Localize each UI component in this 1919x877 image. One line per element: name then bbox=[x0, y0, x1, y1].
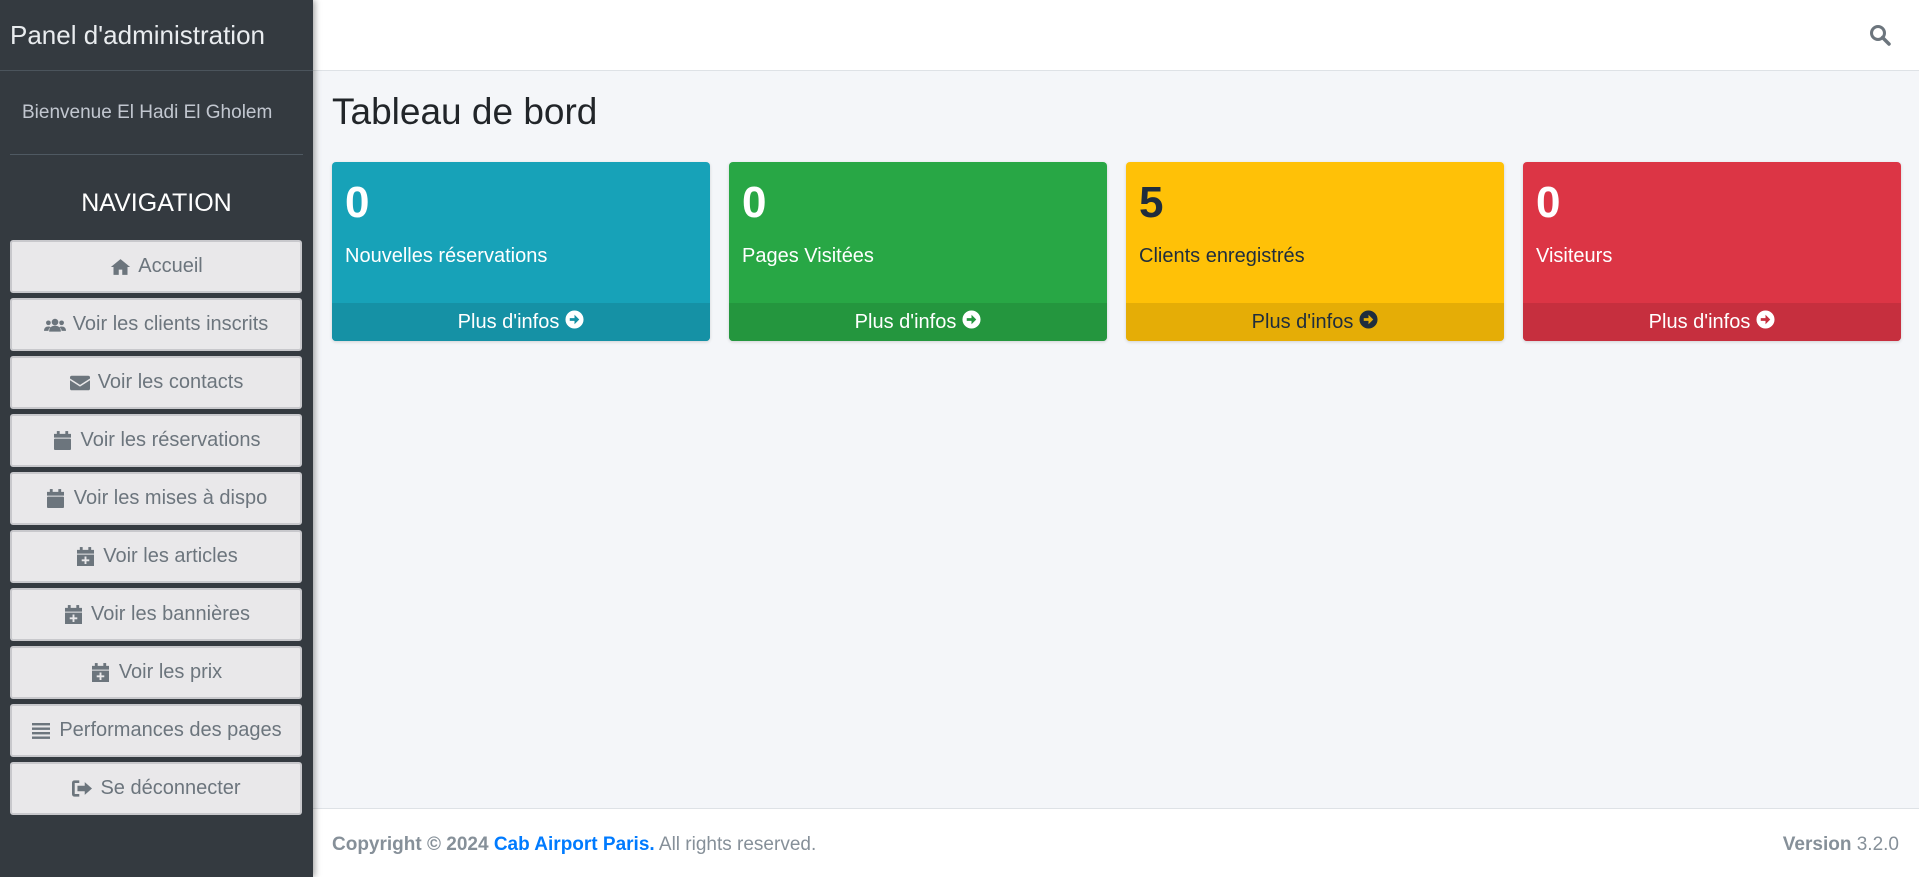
envelope-icon bbox=[69, 372, 91, 394]
nav-button-performances[interactable]: Performances des pages bbox=[10, 704, 302, 757]
nav-button-label: Voir les clients inscrits bbox=[72, 313, 269, 335]
nav-button-logout[interactable]: Se déconnecter bbox=[10, 762, 302, 815]
nav-button-articles[interactable]: Voir les articles bbox=[10, 530, 302, 583]
more-info-link[interactable]: Plus d'infos bbox=[332, 303, 710, 341]
nav-button-label: Voir les mises à dispo bbox=[73, 487, 268, 509]
version-label: Version bbox=[1782, 834, 1852, 855]
calendar-plus-icon bbox=[62, 604, 84, 626]
rights-text: All rights reserved. bbox=[658, 834, 817, 855]
more-info-link[interactable]: Plus d'infos bbox=[729, 303, 1107, 341]
stat-card-visitors: 0 Visiteurs Plus d'infos bbox=[1523, 162, 1901, 341]
more-info-label: Plus d'infos bbox=[854, 310, 957, 333]
nav-button-label: Voir les bannières bbox=[91, 603, 250, 625]
more-info-link[interactable]: Plus d'infos bbox=[1126, 303, 1504, 341]
page-footer: Copyright © 2024 Cab Airport Paris. All … bbox=[313, 808, 1919, 877]
bars-icon bbox=[30, 720, 52, 742]
stat-card-reservations: 0 Nouvelles réservations Plus d'infos bbox=[332, 162, 710, 341]
arrow-circle-right-icon bbox=[1756, 309, 1775, 335]
version-info: Version 3.2.0 bbox=[1783, 834, 1899, 856]
stat-label: Pages Visitées bbox=[742, 245, 874, 267]
stat-value: 0 bbox=[345, 178, 370, 227]
arrow-circle-right-icon bbox=[962, 309, 981, 335]
calendar-plus-icon bbox=[90, 662, 112, 684]
stat-value: 0 bbox=[1536, 178, 1561, 227]
nav-button-accueil[interactable]: Accueil bbox=[10, 240, 302, 293]
stat-value: 0 bbox=[742, 178, 767, 227]
nav-button-contacts[interactable]: Voir les contacts bbox=[10, 356, 302, 409]
version-value: 3.2.0 bbox=[1856, 834, 1899, 855]
nav-button-prix[interactable]: Voir les prix bbox=[10, 646, 302, 699]
more-info-label: Plus d'infos bbox=[1251, 310, 1354, 333]
users-icon bbox=[43, 314, 66, 336]
welcome-text: Bienvenue El Hadi El Gholem bbox=[10, 71, 303, 155]
main-content: Tableau de bord 0 Nouvelles réservations… bbox=[313, 71, 1919, 808]
arrow-circle-right-icon bbox=[565, 309, 584, 335]
calendar-plus-icon bbox=[74, 546, 96, 568]
more-info-link[interactable]: Plus d'infos bbox=[1523, 303, 1901, 341]
more-info-label: Plus d'infos bbox=[457, 310, 560, 333]
company-link[interactable]: Cab Airport Paris. bbox=[494, 834, 655, 855]
stat-card-pages: 0 Pages Visitées Plus d'infos bbox=[729, 162, 1107, 341]
calendar-icon bbox=[51, 430, 73, 452]
stats-cards: 0 Nouvelles réservations Plus d'infos 0 … bbox=[332, 162, 1901, 341]
search-icon[interactable] bbox=[1869, 24, 1893, 48]
arrow-circle-right-icon bbox=[1359, 309, 1378, 335]
nav-button-label: Voir les articles bbox=[103, 545, 238, 567]
nav-button-label: Voir les réservations bbox=[80, 429, 261, 451]
nav-button-label: Voir les prix bbox=[118, 661, 223, 683]
stat-card-clients: 5 Clients enregistrés Plus d'infos bbox=[1126, 162, 1504, 341]
sidebar: Panel d'administration Bienvenue El Hadi… bbox=[0, 0, 313, 877]
nav-button-label: Accueil bbox=[138, 255, 203, 277]
page-title: Tableau de bord bbox=[332, 91, 598, 132]
stat-label: Nouvelles réservations bbox=[345, 245, 548, 267]
nav-button-label: Se déconnecter bbox=[100, 777, 241, 799]
copyright-label: Copyright © 2024 bbox=[332, 834, 489, 855]
stat-label: Clients enregistrés bbox=[1139, 245, 1305, 267]
nav-button-reservations[interactable]: Voir les réservations bbox=[10, 414, 302, 467]
more-info-label: Plus d'infos bbox=[1648, 310, 1751, 333]
calendar-icon bbox=[45, 488, 67, 510]
nav-button-bannieres[interactable]: Voir les bannières bbox=[10, 588, 302, 641]
copyright-text: Copyright © 2024 Cab Airport Paris. All … bbox=[332, 834, 816, 856]
brand-title[interactable]: Panel d'administration bbox=[0, 0, 313, 71]
nav-list: Accueil Voir les clients inscrits Voir l… bbox=[0, 240, 313, 815]
nav-button-label: Voir les contacts bbox=[97, 371, 244, 393]
stat-label: Visiteurs bbox=[1536, 245, 1613, 267]
top-navbar bbox=[313, 0, 1919, 71]
nav-button-label: Performances des pages bbox=[59, 719, 282, 741]
nav-button-clients[interactable]: Voir les clients inscrits bbox=[10, 298, 302, 351]
stat-value: 5 bbox=[1139, 178, 1164, 227]
nav-button-mises-a-dispo[interactable]: Voir les mises à dispo bbox=[10, 472, 302, 525]
nav-heading: NAVIGATION bbox=[81, 189, 232, 217]
home-icon bbox=[109, 256, 131, 278]
sign-out-icon bbox=[71, 778, 93, 800]
